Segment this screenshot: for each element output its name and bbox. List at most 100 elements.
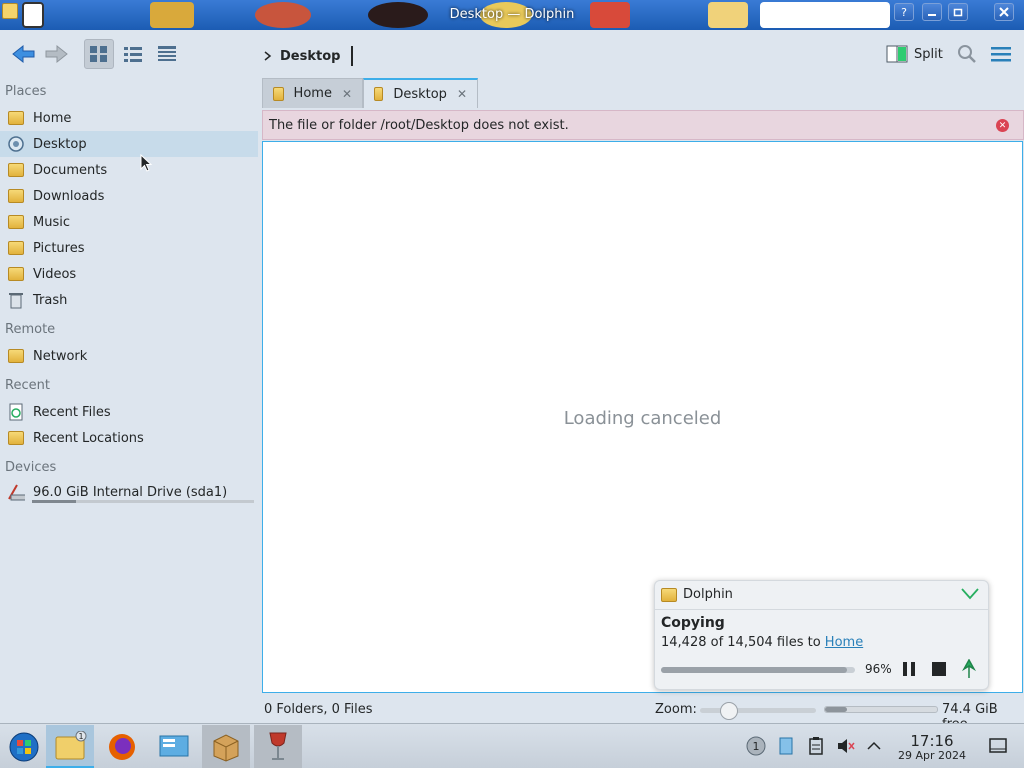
breadcrumb-item[interactable]: Desktop [280,49,340,64]
sidebar-item-label: Pictures [33,240,85,256]
split-button[interactable]: Split [886,44,943,64]
window-title: Desktop — Dolphin [449,7,575,22]
window-titlebar[interactable]: Desktop — Dolphin ? [0,0,1024,30]
minimize-button[interactable] [922,3,942,21]
start-menu-button[interactable] [0,725,48,768]
tab-home[interactable]: Home ✕ [262,78,363,108]
sidebar-item-documents[interactable]: Documents [0,157,258,183]
restore-icon [953,8,963,17]
tab-bar: Home ✕ Desktop ✕ [262,78,1024,108]
sidebar-item-label: Videos [33,266,77,282]
destination-link[interactable]: Home [825,635,863,650]
forward-arrow-icon [45,44,68,64]
sidebar-item-home[interactable]: Home [0,105,258,131]
tray-expand[interactable] [864,736,884,756]
show-desktop-button[interactable] [988,736,1008,756]
sidebar-item-trash[interactable]: Trash [0,287,258,313]
stop-button[interactable] [929,659,949,679]
zoom-label: Zoom: [655,702,697,717]
taskbar-system-settings[interactable] [150,725,198,768]
tab-close-icon[interactable]: ✕ [342,87,352,101]
sidebar-item-pictures[interactable]: Pictures [0,235,258,261]
stop-icon [932,662,946,676]
sidebar-item-videos[interactable]: Videos [0,261,258,287]
loading-status: Loading canceled [563,408,722,429]
breadcrumb[interactable]: Desktop [264,46,354,66]
section-header-devices: Devices [5,460,57,475]
show-desktop-icon [989,738,1007,753]
job-progress-text: 14,428 of 14,504 files to [661,635,821,650]
home-folder-icon [7,109,25,127]
tab-desktop[interactable]: Desktop ✕ [363,78,478,108]
tray-clipboard[interactable] [806,736,826,756]
disk-space-bar [824,706,938,713]
taskbar-package-manager[interactable] [202,725,250,768]
sidebar-item-downloads[interactable]: Downloads [0,183,258,209]
clipboard-icon [809,737,823,755]
pictures-folder-icon [7,239,25,257]
status-bar: 0 Folders, 0 Files Zoom: 74.4 GiB free [0,698,1024,732]
taskbar-firefox[interactable] [98,725,146,768]
close-message-icon[interactable]: ✕ [996,119,1009,132]
drive-usage-bar [32,500,254,503]
svg-text:1: 1 [753,740,760,753]
recent-locations-icon [7,429,25,447]
drive-usage-fill [32,500,77,503]
section-header-remote: Remote [5,322,56,337]
disk-space-fill [825,707,848,712]
back-button[interactable] [8,39,38,69]
pause-icon [903,662,915,676]
help-button[interactable]: ? [894,3,914,21]
forward-button[interactable] [42,39,72,69]
sidebar-item-label: Music [33,214,70,230]
text-cursor [351,46,354,66]
hamburger-menu-button[interactable] [986,39,1016,69]
error-message-bar: The file or folder /root/Desktop does no… [262,110,1024,140]
sidebar-item-recent-files[interactable]: Recent Files [0,399,258,425]
firefox-icon [109,733,135,760]
tray-notification-counter[interactable]: 1 [746,736,766,756]
close-button[interactable] [994,3,1014,21]
clock[interactable]: 17:16 29 Apr 2024 [892,733,972,763]
open-destination-button[interactable] [959,659,979,679]
folder-icon [273,86,284,101]
tray-dolphin[interactable] [776,736,796,756]
hard-drive-icon [7,483,25,501]
icons-view-button[interactable] [84,39,114,69]
recent-files-icon [7,403,25,421]
collapse-chevron-icon[interactable] [960,587,980,601]
toolbar: Desktop Split [0,30,1024,78]
tray-volume[interactable] [836,736,856,756]
job-header: Dolphin [661,587,733,602]
copy-job-notification: Dolphin Copying 14,428 of 14,504 files t… [654,580,989,690]
details-view-button[interactable] [152,39,182,69]
maximize-button[interactable] [948,3,968,21]
sidebar-item-label: Documents [33,162,108,178]
sidebar-item-label: Recent Locations [33,430,144,446]
job-title: Copying [661,615,725,631]
zoom-slider[interactable] [700,702,816,720]
zoom-slider-handle[interactable] [720,702,738,720]
wine-glass-icon [269,732,287,760]
search-button[interactable] [952,39,982,69]
sidebar-item-network[interactable]: Network [0,343,258,369]
sidebar-item-label: 96.0 GiB Internal Drive (sda1) [33,484,228,500]
folder-icon: 1 [55,730,87,759]
downloads-folder-icon [7,187,25,205]
pause-button[interactable] [899,659,919,679]
sidebar-item-label: Home [33,110,72,126]
documents-folder-icon [7,161,25,179]
trash-icon [7,291,25,309]
compact-view-button[interactable] [118,39,148,69]
taskbar-dolphin[interactable]: 1 [46,725,94,768]
minimize-icon [928,14,936,16]
sidebar-item-recent-locations[interactable]: Recent Locations [0,425,258,451]
taskbar-wine[interactable] [254,725,302,768]
compact-view-icon [124,47,142,62]
tab-close-icon[interactable]: ✕ [457,87,467,101]
window-count-badge: 1 [78,732,83,741]
tab-label: Desktop [393,86,447,102]
icons-view-icon [90,46,107,62]
sidebar-item-music[interactable]: Music [0,209,258,235]
sidebar-item-desktop[interactable]: Desktop [0,131,258,157]
